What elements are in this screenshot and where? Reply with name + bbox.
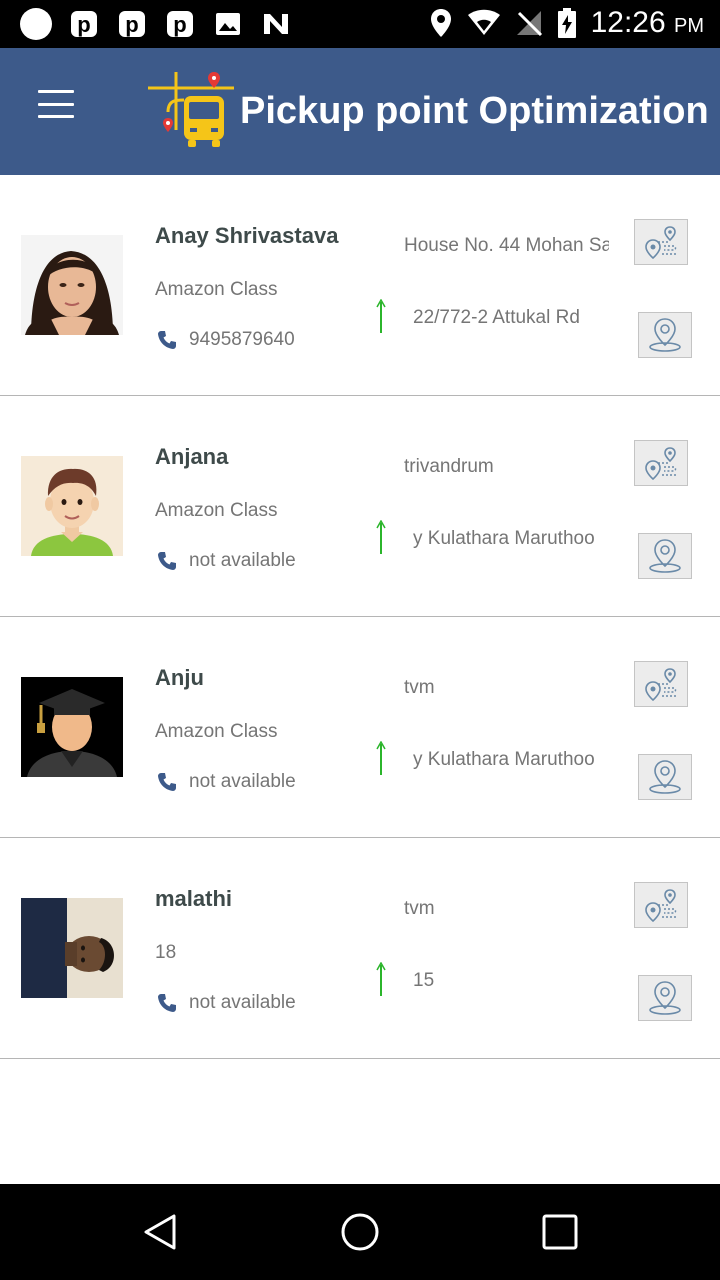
app-title: Pickup point Optimization	[240, 90, 709, 132]
p-app-icon: p	[164, 8, 196, 40]
location-pin-icon	[649, 539, 681, 573]
n-app-icon	[260, 8, 292, 40]
arrow-up-icon	[376, 741, 386, 775]
svg-text:p: p	[173, 12, 186, 37]
student-row[interactable]: Anju Amazon Class not available tvm y Ku…	[0, 617, 720, 838]
avatar	[21, 677, 123, 777]
student-class: Amazon Class	[155, 721, 278, 742]
avatar	[21, 898, 123, 998]
pickup-address: tvm	[404, 677, 435, 698]
clock: 12:26 PM	[590, 6, 704, 39]
student-row[interactable]: Anay Shrivastava Amazon Class 9495879640…	[0, 175, 720, 396]
drop-address: y Kulathara Maruthoo	[413, 749, 595, 770]
location-pin-button[interactable]	[638, 312, 692, 358]
phone-icon[interactable]	[157, 993, 177, 1013]
phone-icon[interactable]	[157, 772, 177, 792]
bus-route-logo-icon	[148, 72, 234, 147]
avatar	[21, 456, 123, 556]
pickup-address: tvm	[404, 898, 435, 919]
student-row[interactable]: Anjana Amazon Class not available trivan…	[0, 396, 720, 617]
student-name: malathi	[155, 886, 233, 911]
student-phone[interactable]: not available	[189, 771, 296, 793]
drop-address: 15	[413, 970, 435, 991]
student-list: Anay Shrivastava Amazon Class 9495879640…	[0, 175, 720, 1059]
student-phone[interactable]: 9495879640	[189, 329, 295, 351]
home-icon[interactable]	[340, 1212, 380, 1252]
student-row[interactable]: malathi 18 not available tvm 15	[0, 838, 720, 1059]
p-app-icon: p	[68, 8, 100, 40]
battery-charging-icon	[557, 8, 576, 38]
student-name: Anjana	[155, 444, 229, 469]
avatar	[21, 235, 123, 335]
circle-icon	[20, 8, 52, 40]
student-phone[interactable]: not available	[189, 550, 296, 572]
image-icon	[212, 8, 244, 40]
no-signal-icon	[516, 11, 542, 37]
back-icon[interactable]	[140, 1212, 180, 1252]
p-app-icon: p	[116, 8, 148, 40]
phone-icon[interactable]	[157, 551, 177, 571]
recents-icon[interactable]	[540, 1212, 580, 1252]
student-name: Anay Shrivastava	[155, 223, 339, 248]
location-pin-button[interactable]	[638, 533, 692, 579]
location-pin-button[interactable]	[638, 754, 692, 800]
route-map-icon	[645, 889, 677, 922]
hamburger-menu-icon[interactable]	[38, 90, 74, 118]
arrow-up-icon	[376, 962, 386, 996]
student-class: Amazon Class	[155, 500, 278, 521]
route-map-icon	[645, 226, 677, 259]
location-pin-icon	[649, 981, 681, 1015]
student-name: Anju	[155, 665, 204, 690]
notification-icons: p p p	[20, 8, 292, 40]
status-bar: p p p 12:26 PM	[0, 0, 720, 48]
app-bar: Pickup point Optimization	[0, 48, 720, 175]
location-pin-button[interactable]	[638, 975, 692, 1021]
arrow-up-icon	[376, 299, 386, 333]
drop-address: y Kulathara Maruthoo	[413, 528, 595, 549]
arrow-up-icon	[376, 520, 386, 554]
svg-text:p: p	[77, 12, 90, 37]
system-icons: 12:26 PM	[429, 6, 704, 40]
svg-text:p: p	[125, 12, 138, 37]
location-pin-icon	[649, 760, 681, 794]
route-map-button[interactable]	[634, 661, 688, 707]
wifi-icon	[467, 9, 500, 35]
location-pin-icon	[649, 318, 681, 352]
drop-address: 22/772-2 Attukal Rd	[413, 307, 580, 328]
location-icon	[430, 9, 451, 37]
phone-icon[interactable]	[157, 330, 177, 350]
route-map-icon	[645, 447, 677, 480]
route-map-button[interactable]	[634, 882, 688, 928]
route-map-button[interactable]	[634, 440, 688, 486]
route-map-button[interactable]	[634, 219, 688, 265]
route-map-icon	[645, 668, 677, 701]
student-class: 18	[155, 942, 177, 963]
pickup-address: House No. 44 Mohan Sa	[404, 235, 609, 256]
student-class: Amazon Class	[155, 279, 278, 300]
navigation-bar	[0, 1184, 720, 1280]
pickup-address: trivandrum	[404, 456, 494, 477]
student-phone[interactable]: not available	[189, 992, 296, 1014]
